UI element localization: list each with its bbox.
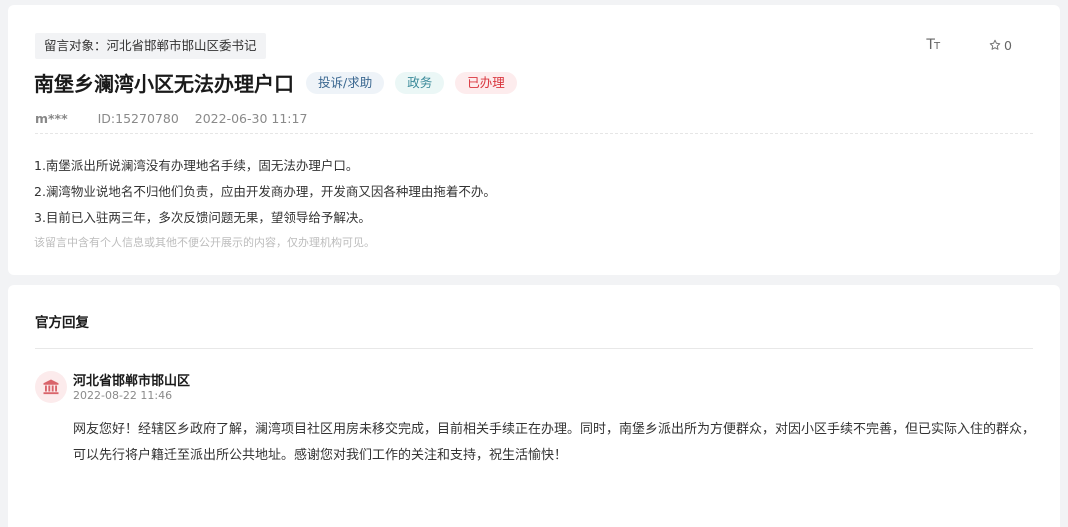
reply-card: 官方回复 河北省邯郸市邯山区 2022-08-22 11:46 网友您好！经辖区… [8,285,1060,527]
message-content: 1.南堡派出所说澜湾没有办理地名手续，固无法办理户口。 2.澜湾物业说地名不归他… [34,153,1033,231]
content-line: 2.澜湾物业说地名不归他们负责，应由开发商办理，开发商又因各种理由拖着不办。 [34,184,496,199]
message-id: ID:15270780 [97,111,179,126]
message-datetime: 2022-06-30 11:17 [194,111,308,126]
government-building-icon [43,379,59,395]
domain-tag[interactable]: 政务 [395,71,445,94]
favorite-count: 0 [1004,37,1012,53]
message-divider [35,133,1033,134]
content-line: 1.南堡派出所说澜湾没有办理地名手续，固无法办理户口。 [34,158,359,173]
reply-text: 网友您好！经辖区乡政府了解，澜湾项目社区用房未移交完成，目前相关手续正在办理。同… [73,422,1036,463]
reply-section-title: 官方回复 [35,315,89,331]
message-meta: m*** ID:15270780 2022-06-30 11:17 [35,111,307,126]
message-title: 南堡乡澜湾小区无法办理户口 [34,72,294,96]
reply-divider [35,348,1033,349]
message-card: 留言对象：河北省邯郸市邯山区委书记 TT 0 南堡乡澜湾小区无法办理户口 投诉/… [8,5,1060,275]
font-size-button[interactable]: TT [926,37,940,53]
content-line: 3.目前已入驻两三年，多次反馈问题无果，望领导给予解决。 [34,210,371,225]
org-avatar [35,371,67,403]
font-size-icon: T [926,37,935,53]
author-name: m*** [35,111,68,126]
org-name: 河北省邯郸市邯山区 [73,374,191,389]
privacy-note: 该留言中含有个人信息或其他不便公开展示的内容，仅办理机构可见。 [34,236,375,249]
message-tools: TT 0 [926,37,1012,53]
reply-body: 网友您好！经辖区乡政府了解，澜湾项目社区用房未移交完成，目前相关手续正在办理。同… [73,417,1040,469]
star-outline-icon [989,39,1001,50]
reply-datetime: 2022-08-22 11:46 [73,389,173,402]
message-target-tag: 留言对象：河北省邯郸市邯山区委书记 [35,33,266,59]
status-badge: 已办理 [455,71,517,94]
category-tag[interactable]: 投诉/求助 [306,71,385,94]
title-row: 南堡乡澜湾小区无法办理户口 投诉/求助 政务 已办理 [34,68,528,97]
favorite-button[interactable]: 0 [989,38,1012,53]
font-size-icon-small: T [933,41,940,52]
